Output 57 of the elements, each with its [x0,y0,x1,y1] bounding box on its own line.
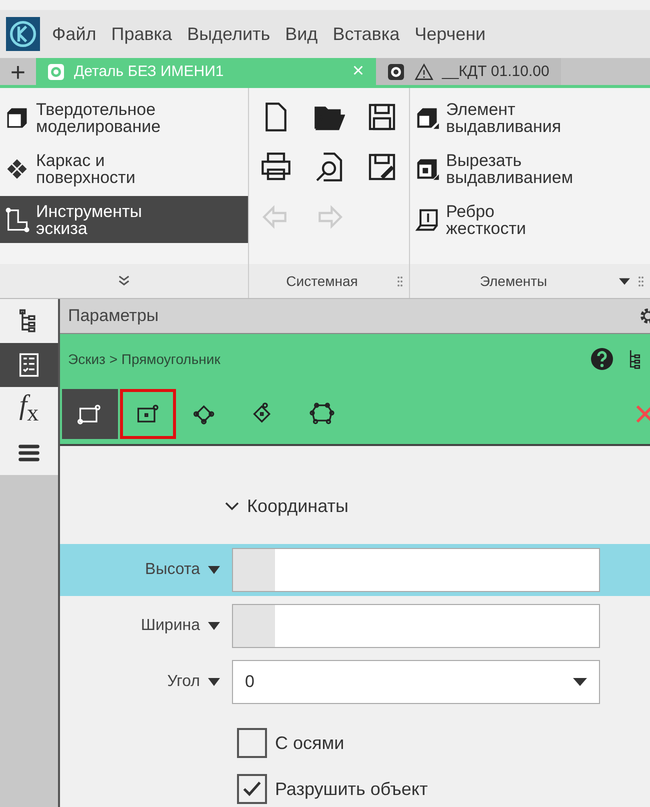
checkbox[interactable] [237,774,267,804]
document-tab[interactable]: __КДТ 01.10.00 [376,58,562,85]
chevron-icon [225,501,239,511]
help-icon[interactable] [590,347,614,371]
menu-item[interactable]: Правка [111,24,172,44]
grip-icon[interactable] [397,274,403,288]
input-field[interactable] [232,604,600,648]
toolbar-command-item[interactable]: Ребро жесткости [410,196,650,243]
dropdown-caret-icon[interactable] [208,622,220,630]
menu-item[interactable]: Вид [285,24,318,44]
menu-item[interactable]: Черчени [414,24,486,44]
input-field[interactable] [232,548,600,592]
command-label: Вырезать выдавливанием [446,152,574,186]
group-label: Элементы [478,273,548,289]
rib-icon [414,206,440,232]
checklist-icon[interactable] [0,343,58,387]
toolbar-command-item[interactable]: Элемент выдавливания [410,94,650,141]
field-label: Высота [144,561,200,579]
dropdown-caret-icon[interactable] [208,678,220,686]
menu-item[interactable]: Файл [52,24,96,44]
dropdown-field[interactable]: 0 [232,660,600,704]
warning-icon [414,62,434,82]
field-label: Угол [166,673,200,691]
toolbar-mode-item[interactable]: Инструменты эскиза [0,196,248,243]
mode-label: Каркас и поверхности [36,152,136,186]
field-label: Ширина [140,617,200,635]
mode-label: Твердотельное моделирование [36,100,162,134]
section-header[interactable]: Координаты [225,486,348,526]
toolbar-mode-item[interactable]: Твердотельное моделирование [0,94,248,141]
dropdown-caret-icon[interactable] [619,278,630,284]
sketch-icon [4,206,30,232]
app-logo-icon [6,17,40,51]
rectangle-icon[interactable] [62,389,118,439]
menu-item[interactable]: Вставка [332,24,400,44]
group-label: Системная [285,273,359,289]
center-rectangle-icon[interactable] [120,389,176,439]
breadcrumb: Эскиз > Прямоугольник [68,351,222,367]
tree-icon[interactable] [628,348,642,370]
dropdown-caret-icon[interactable] [208,566,220,574]
menu-item[interactable]: Выделить [187,24,270,44]
checkbox-label: Разрушить объект [275,778,428,800]
document-icon [386,62,406,82]
toolbar-mode-item[interactable]: Каркас и поверхности [0,145,248,192]
checkbox[interactable] [237,728,267,758]
panel-title: Параметры [68,306,160,326]
checkbox-label: С осями [275,732,344,754]
document-icon [46,62,66,82]
grip-icon[interactable] [638,274,644,288]
expand-chevron-icon[interactable] [117,275,131,287]
section-title: Координаты [247,496,348,516]
toolbar-command-item[interactable]: Вырезать выдавливанием [410,145,650,192]
tab-title: __КДТ 01.10.00 [442,63,550,80]
command-label: Ребро жесткости [446,202,527,236]
mode-label: Инструменты эскиза [36,202,144,236]
tab-title: Деталь БЕЗ ИМЕНИ1 [74,63,225,80]
dropdown-caret-icon [573,678,587,686]
command-label: Элемент выдавливания [446,100,562,134]
